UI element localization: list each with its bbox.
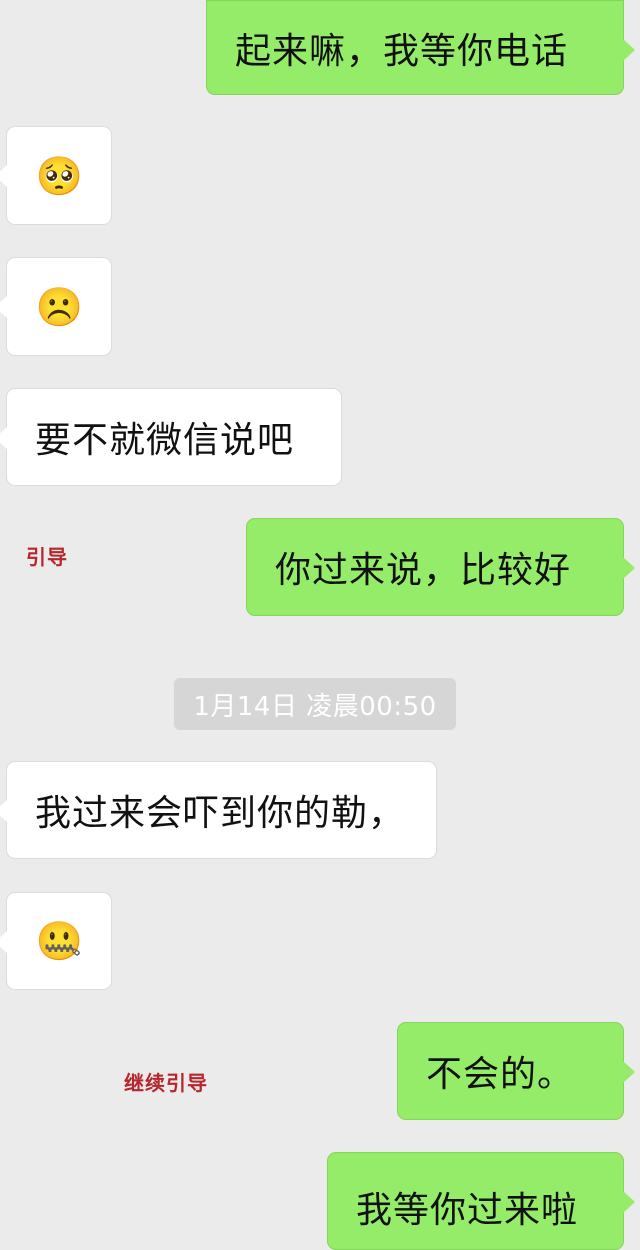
timestamp-badge: 1月14日 凌晨00:50 <box>174 678 456 730</box>
message-text: 我过来会吓到你的勒， <box>35 793 406 834</box>
message-bubble-outgoing[interactable]: 起来嘛，我等你电话 <box>206 0 635 95</box>
message-bubble-outgoing[interactable]: 我等你过来啦 <box>327 1152 635 1250</box>
message-text: 我等你过来啦 <box>356 1190 579 1231</box>
message-bubble-outgoing[interactable]: 你过来说，比较好 <box>246 518 635 616</box>
message-text: 你过来说，比较好 <box>275 550 572 591</box>
flushed-face-icon: 🥺 <box>35 153 85 198</box>
zipper-mouth-face-icon: 🤐 <box>35 919 85 963</box>
message-bubble-incoming[interactable]: 🥺 <box>0 126 112 225</box>
message-bubble-incoming[interactable]: 要不就微信说吧 <box>0 388 342 486</box>
annotation-label: 引导 <box>26 545 68 569</box>
message-bubble-incoming[interactable]: 🤐 <box>0 892 112 990</box>
message-text: 起来嘛，我等你电话 <box>235 30 569 72</box>
message-bubble-incoming[interactable]: 我过来会吓到你的勒， <box>0 761 437 859</box>
annotation-label: 继续引导 <box>124 1071 208 1095</box>
message-text: 要不就微信说吧 <box>35 420 295 461</box>
chat-window: 起来嘛，我等你电话 🥺 ☹️ 要不就微信说吧 引导 你过来说，比较好 1月14日… <box>0 0 640 1250</box>
message-bubble-outgoing[interactable]: 不会的。 <box>397 1022 635 1120</box>
frowning-face-icon: ☹️ <box>35 284 85 329</box>
message-text: 不会的。 <box>426 1054 575 1095</box>
message-bubble-incoming[interactable]: ☹️ <box>0 257 112 356</box>
